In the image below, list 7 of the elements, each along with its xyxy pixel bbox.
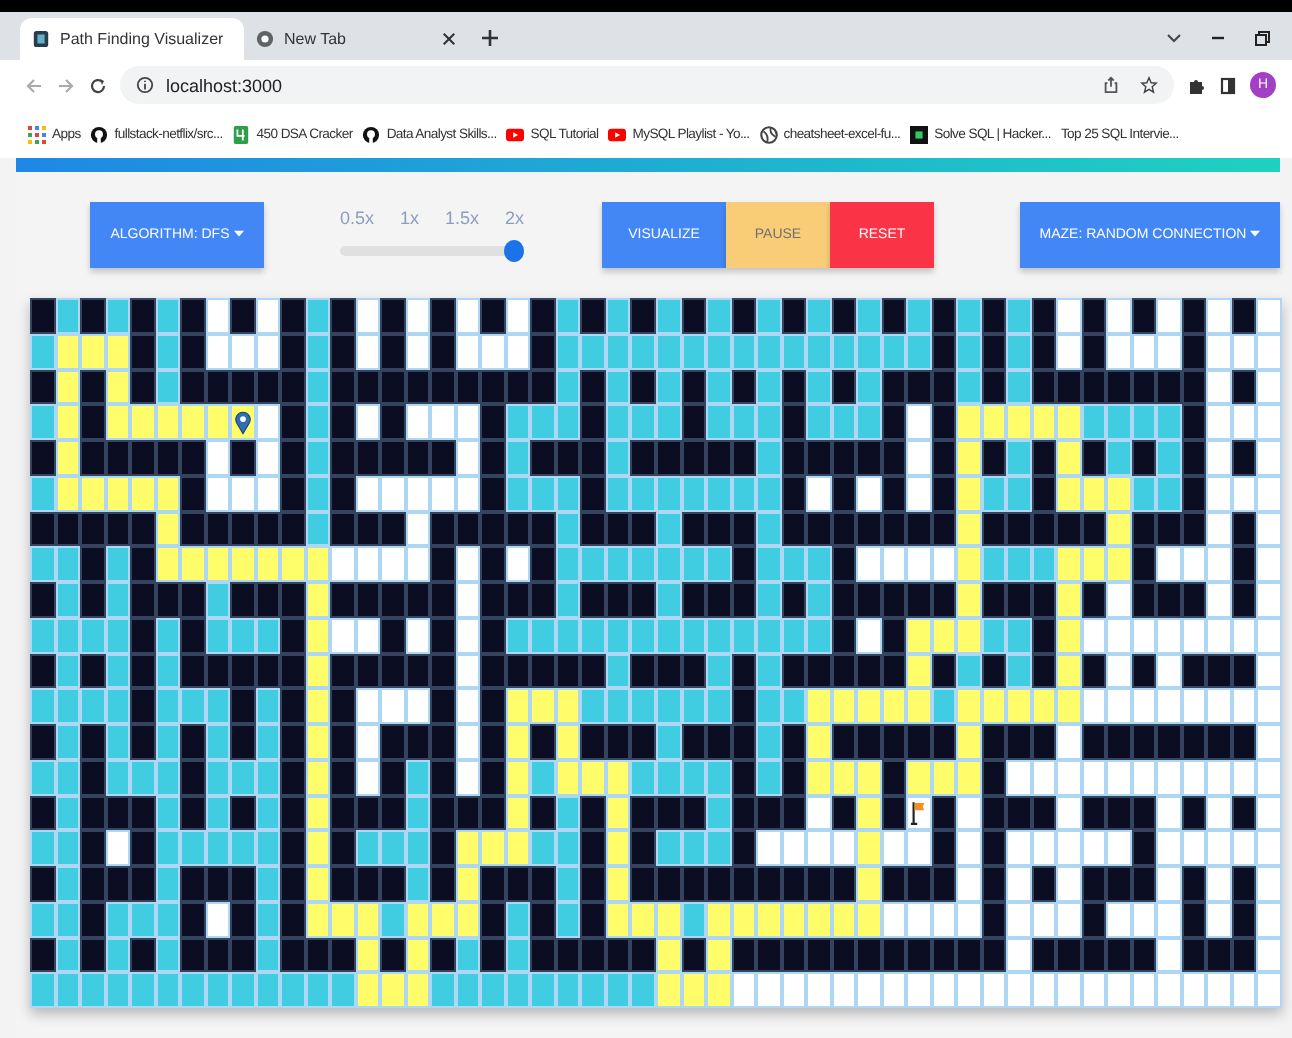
- browser-tab[interactable]: New Tab: [244, 18, 468, 60]
- address-field[interactable]: localhost:3000: [120, 66, 1174, 104]
- speed-label: 0.5x: [340, 207, 375, 227]
- speed-label: 1.5x: [444, 207, 479, 227]
- speed-label: 1x: [399, 207, 419, 227]
- speed-label: 2x: [504, 207, 524, 227]
- browser-tab[interactable]: Path Finding Visualizer: [20, 18, 244, 60]
